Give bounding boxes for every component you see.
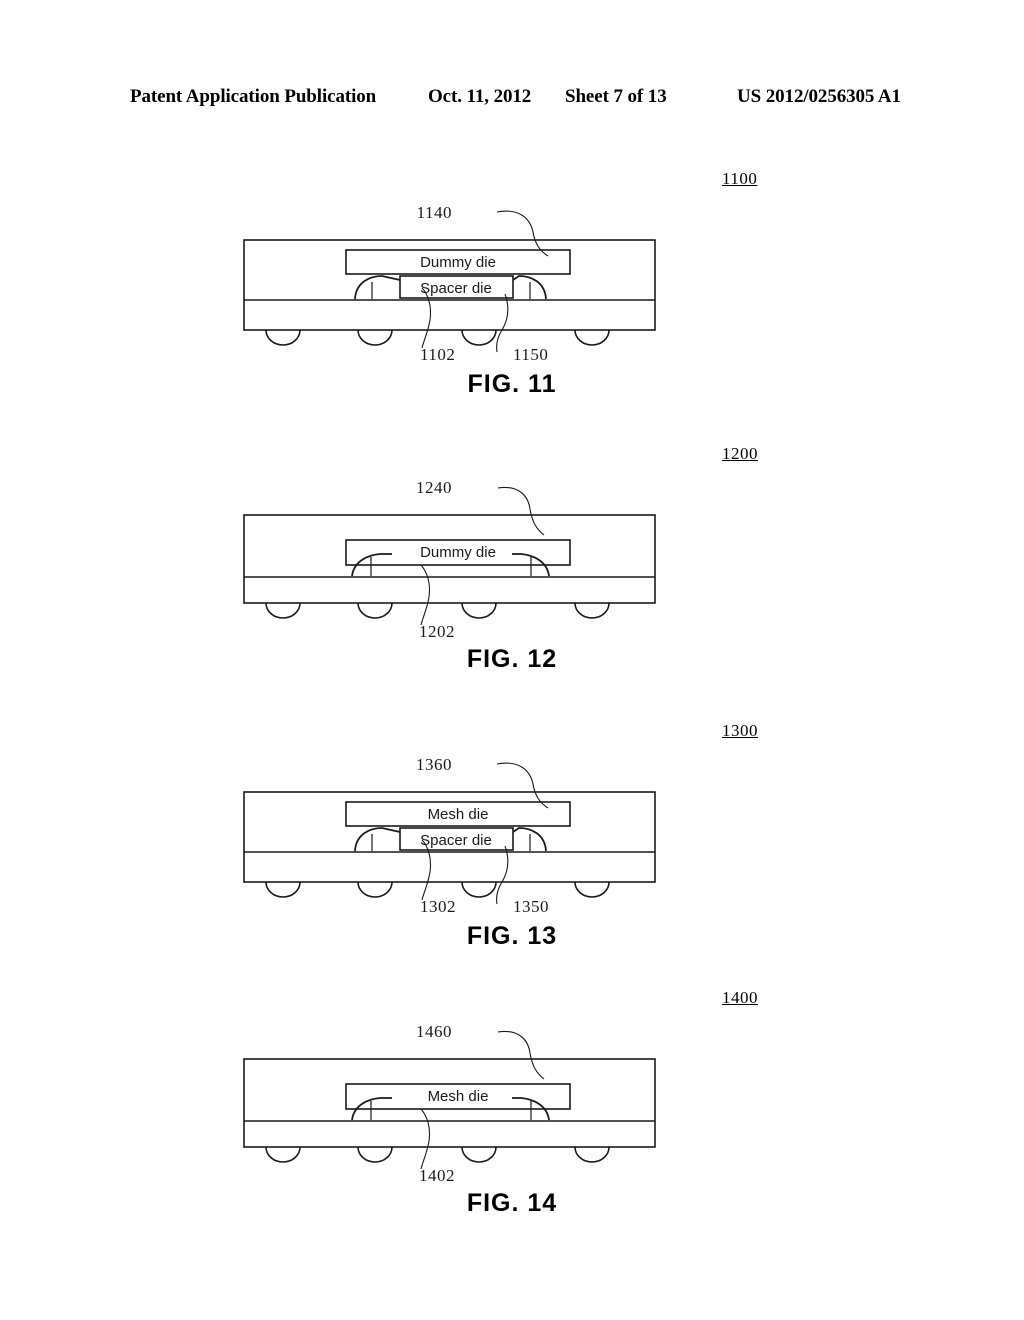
solder-ball — [265, 602, 301, 619]
wire-bond-left — [354, 827, 401, 852]
leader-line-top-die — [497, 1030, 545, 1080]
callout-top-die: 1140 — [417, 203, 452, 222]
solder-ball — [574, 329, 610, 346]
callout-wire-bond: 1202 — [419, 622, 455, 641]
solder-ball — [574, 881, 610, 898]
figure-13-caption-text: FIG. 13 — [466, 922, 558, 950]
figure-11-caption: FIG. 11 — [0, 370, 1024, 399]
figure-11-drawing: Dummy die Spacer die 1140 1102 1150 — [243, 203, 656, 364]
figure-13-caption: FIG. 13 — [0, 922, 1024, 951]
leader-line-top-die — [497, 486, 545, 536]
top-die-label: Dummy die — [420, 544, 496, 561]
solder-ball — [357, 329, 393, 346]
figure-11: 1100 Dummy die Spacer die 1140 1102 1150… — [0, 160, 1024, 410]
figure-12-caption: FIG. 12 — [0, 645, 1024, 674]
callout-spacer: 1150 — [513, 345, 548, 364]
solder-ball — [357, 602, 393, 619]
callout-top-die: 1240 — [416, 478, 452, 497]
leader-line-wire-bond — [421, 839, 432, 901]
solder-ball — [461, 602, 497, 619]
solder-ball — [265, 881, 301, 898]
spacer-die-label: Spacer die — [420, 280, 492, 297]
header-sheet-number: Sheet 7 of 13 — [565, 86, 667, 107]
page-header: Patent Application Publication Oct. 11, … — [0, 86, 1024, 112]
callout-wire-bond: 1402 — [419, 1166, 455, 1185]
solder-ball — [461, 1146, 497, 1163]
spacer-die-label: Spacer die — [420, 832, 492, 849]
figure-12-drawing: Dummy die 1240 1202 — [243, 478, 656, 641]
callout-wire-bond: 1302 — [420, 897, 456, 916]
solder-ball — [265, 329, 301, 346]
solder-ball — [265, 1146, 301, 1163]
leader-line-wire-bond — [420, 564, 431, 626]
figure-14-caption: FIG. 14 — [0, 1189, 1024, 1218]
figure-14-drawing: Mesh die 1460 1402 — [243, 1022, 656, 1185]
solder-ball — [574, 1146, 610, 1163]
figure-12-caption-text: FIG. 12 — [466, 645, 558, 673]
figure-12: 1200 Dummy die 1240 1202 FIG. 12 — [0, 435, 1024, 685]
figure-14: 1400 Mesh die 1460 1402 FIG. 14 — [0, 979, 1024, 1229]
wire-bond-left — [354, 275, 401, 300]
callout-wire-bond: 1102 — [420, 345, 455, 364]
leader-line-spacer — [496, 845, 509, 905]
solder-ball — [357, 881, 393, 898]
header-publication-title: Patent Application Publication — [130, 86, 377, 107]
solder-ball — [461, 881, 497, 898]
figure-13: 1300 Mesh die Spacer die 1360 1302 1350 … — [0, 712, 1024, 962]
leader-line-spacer — [496, 293, 509, 353]
leader-line-wire-bond — [420, 1108, 431, 1170]
header-date: Oct. 11, 2012 — [428, 86, 532, 107]
solder-ball — [574, 602, 610, 619]
figure-14-caption-text: FIG. 14 — [466, 1189, 558, 1217]
top-die-label: Dummy die — [420, 254, 496, 271]
header-publication-number: US 2012/0256305 A1 — [737, 86, 901, 107]
callout-top-die: 1460 — [416, 1022, 452, 1041]
top-die-label: Mesh die — [428, 806, 489, 823]
figure-13-drawing: Mesh die Spacer die 1360 1302 1350 — [243, 755, 656, 916]
callout-top-die: 1360 — [416, 755, 452, 774]
leader-line-wire-bond — [421, 287, 432, 349]
solder-ball — [357, 1146, 393, 1163]
solder-ball — [461, 329, 497, 346]
callout-spacer: 1350 — [513, 897, 549, 916]
figure-11-caption-text: FIG. 11 — [467, 370, 557, 398]
top-die-label: Mesh die — [428, 1088, 489, 1105]
